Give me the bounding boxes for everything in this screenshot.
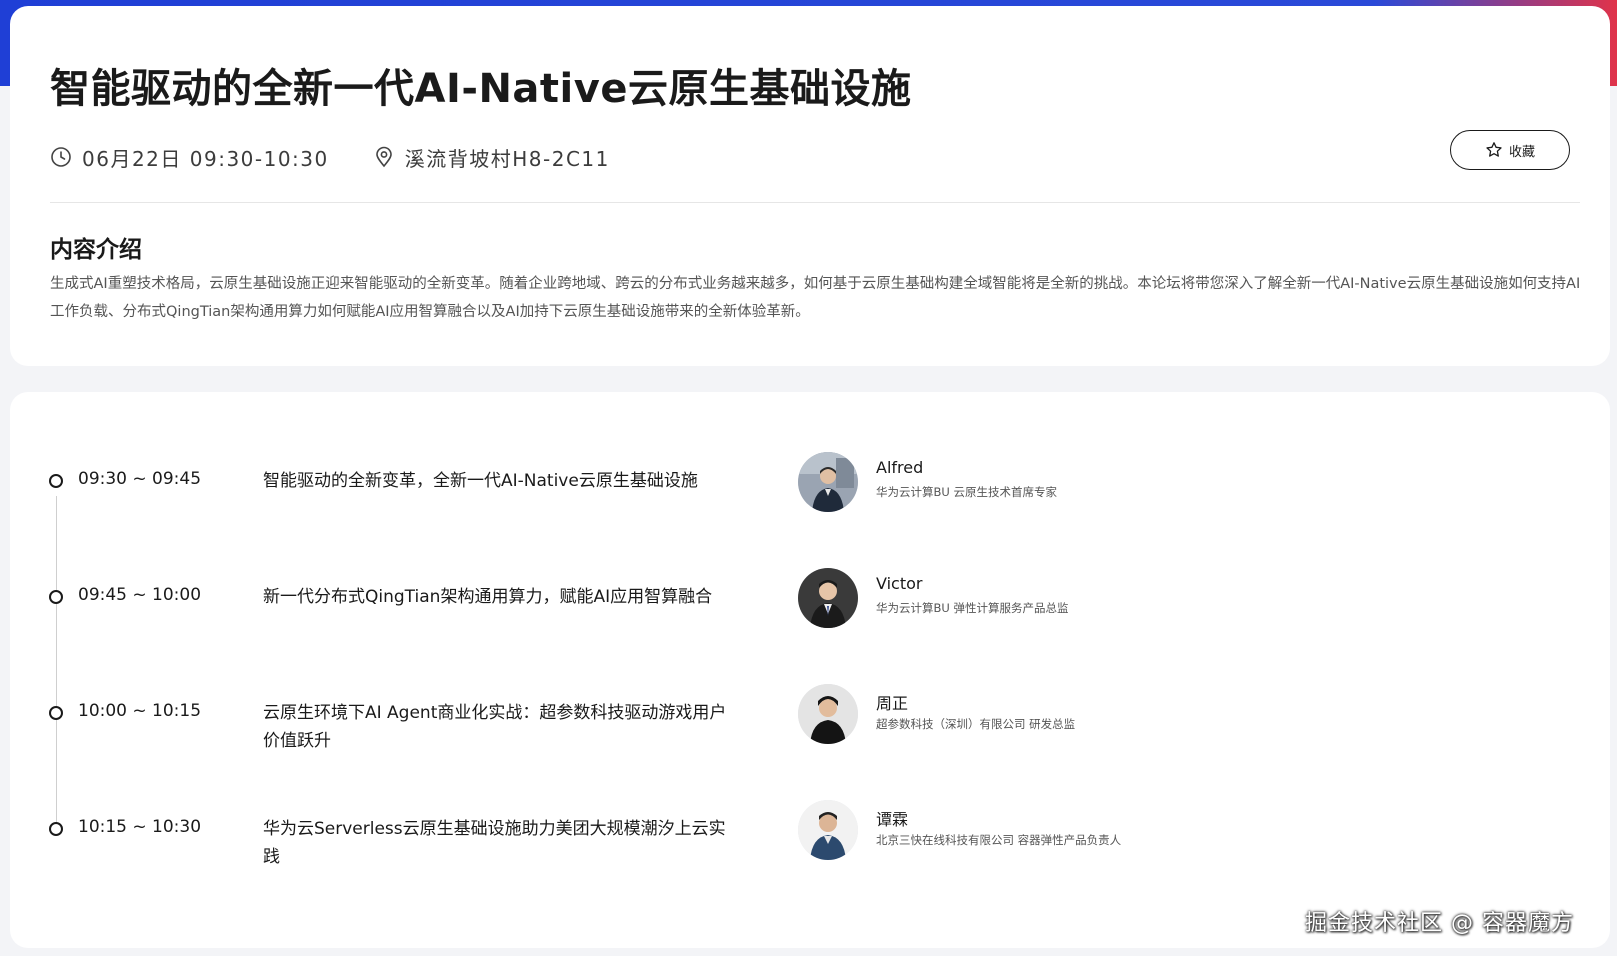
speaker-avatar [798,452,858,512]
location-pin-icon [373,146,395,168]
page-title: 智能驱动的全新一代AI-Native云原生基础设施 [50,66,912,112]
agenda-item: 10:15 ~ 10:30 华为云Serverless云原生基础设施助力美团大规… [10,740,1610,867]
agenda-topic: 智能驱动的全新变革，全新一代AI-Native云原生基础设施 [263,471,698,491]
speaker-avatar [798,568,858,628]
speaker-avatar [798,800,858,860]
divider [50,202,1580,203]
star-outline-icon [1485,141,1503,159]
speaker-name: Alfred [876,458,924,477]
intro-text: 生成式AI重塑技术格局，云原生基础设施正迎来智能驱动的全新变革。随着企业跨地域、… [50,276,1581,320]
speaker-title: 华为云计算BU 云原生技术首席专家 [876,485,1057,499]
agenda-card: 09:30 ~ 09:45 智能驱动的全新变革，全新一代AI-Native云原生… [10,392,1610,948]
speaker-title: 北京三快在线科技有限公司 容器弹性产品负责人 [876,833,1122,847]
agenda-time: 10:00 ~ 10:15 [78,701,202,721]
timeline-dot [49,706,63,720]
agenda-time: 09:45 ~ 10:00 [78,585,202,605]
session-location: 溪流背坡村H8-2C11 [404,146,610,171]
favorite-button[interactable]: 收藏 [1450,130,1570,170]
speaker-avatar [798,684,858,744]
timeline-dot [49,822,63,836]
clock-icon [50,146,72,168]
agenda-time: 10:15 ~ 10:30 [78,817,202,837]
agenda-item: 10:00 ~ 10:15 云原生环境下AI Agent商业化实战：超参数科技驱… [10,624,1610,751]
favorite-label: 收藏 [1508,143,1535,159]
agenda-item: 09:30 ~ 09:45 智能驱动的全新变革，全新一代AI-Native云原生… [10,392,1610,512]
speaker-title: 华为云计算BU 弹性计算服务产品总监 [876,601,1069,615]
speaker-name: 周正 [876,694,909,713]
speaker-name: Victor [876,574,923,593]
agenda-topic: 华为云Serverless云原生基础设施助力美团大规模潮汐上云实践 [263,819,726,867]
session-info-card: 智能驱动的全新一代AI-Native云原生基础设施 06月22日 09:30-1… [10,6,1610,366]
timeline-dot [49,474,63,488]
intro-heading: 内容介绍 [50,237,142,263]
session-meta: 06月22日 09:30-10:30 溪流背坡村H8-2C11 [50,142,610,172]
watermark: 掘金技术社区 @ 容器魔方 [1305,911,1574,936]
speaker-name: 谭霖 [876,810,909,829]
agenda-time: 09:30 ~ 09:45 [78,469,202,489]
agenda-topic: 新一代分布式QingTian架构通用算力，赋能AI应用智算融合 [263,587,713,607]
session-datetime: 06月22日 09:30-10:30 [82,146,329,171]
timeline-dot [49,590,63,604]
speaker-title: 超参数科技（深圳）有限公司 研发总监 [876,717,1076,731]
agenda-item: 09:45 ~ 10:00 新一代分布式QingTian架构通用算力，赋能AI应… [10,508,1610,628]
